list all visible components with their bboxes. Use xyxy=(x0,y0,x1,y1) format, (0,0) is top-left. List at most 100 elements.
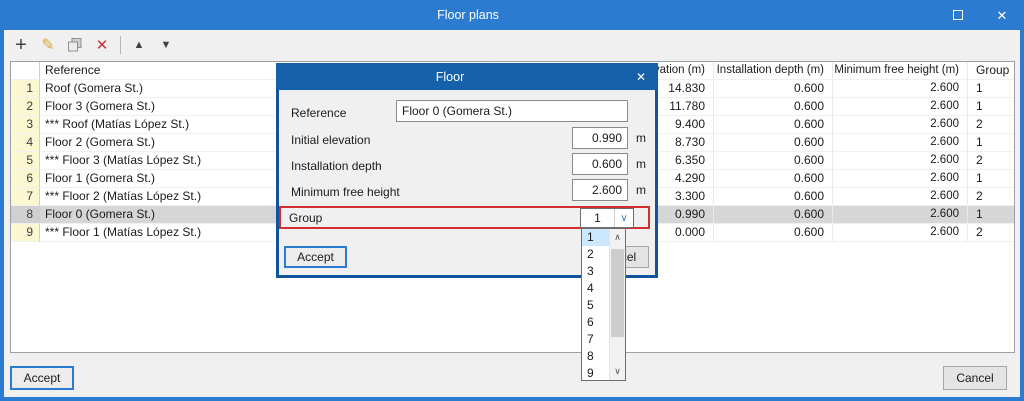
header-group: Group xyxy=(968,62,1014,80)
table-cell: 2 xyxy=(968,152,1014,170)
close-button[interactable]: ✕ xyxy=(980,0,1024,30)
table-cell: 0.600 xyxy=(714,98,833,116)
table-cell: 2.600 xyxy=(833,116,968,134)
table-cell: 2 xyxy=(11,98,40,116)
window-border-bottom xyxy=(0,397,1024,401)
delete-button[interactable]: ✕ xyxy=(93,35,111,55)
window-titlebar: Floor plans ✕ xyxy=(0,0,1024,30)
table-cell: 5 xyxy=(11,152,40,170)
scroll-up-icon[interactable]: ∧ xyxy=(610,230,625,245)
group-option[interactable]: 7 xyxy=(582,331,609,348)
toolbar: + ✎ ✕ ▲ ▼ xyxy=(12,32,175,58)
group-combobox-value: 1 xyxy=(581,209,614,227)
pencil-icon: ✎ xyxy=(41,35,54,55)
table-cell: 0.600 xyxy=(714,116,833,134)
group-option[interactable]: 9 xyxy=(582,365,609,382)
move-up-button[interactable]: ▲ xyxy=(130,35,148,55)
table-cell: 6 xyxy=(11,170,40,188)
initial-elevation-unit: m xyxy=(636,127,646,149)
group-dropdown-options: 123456789 xyxy=(582,229,609,380)
minimum-free-height-input[interactable]: 2.600 xyxy=(572,179,628,201)
maximize-button[interactable] xyxy=(936,0,980,30)
installation-depth-label: Installation depth xyxy=(291,159,382,174)
chevron-down-icon[interactable]: ∨ xyxy=(614,209,633,227)
dropdown-scrollbar[interactable]: ∧ ∨ xyxy=(609,229,625,380)
table-cell: 2 xyxy=(968,224,1014,242)
table-cell: 0.600 xyxy=(714,224,833,242)
group-option[interactable]: 5 xyxy=(582,297,609,314)
group-dropdown-list: 123456789 ∧ ∨ xyxy=(581,228,626,381)
window-border-left xyxy=(0,30,4,401)
group-combobox[interactable]: 1 ∨ xyxy=(580,208,634,228)
table-cell: 1 xyxy=(968,134,1014,152)
maximize-icon xyxy=(953,10,963,20)
table-cell: 1 xyxy=(968,80,1014,98)
reference-label: Reference xyxy=(291,106,346,121)
group-option[interactable]: 1 xyxy=(582,229,609,246)
minimum-free-height-label: Minimum free height xyxy=(291,185,400,200)
installation-depth-input[interactable]: 0.600 xyxy=(572,153,628,175)
move-down-button[interactable]: ▼ xyxy=(157,35,175,55)
table-cell: 8 xyxy=(11,206,40,224)
table-cell: 2.600 xyxy=(833,188,968,206)
dialog-accept-button[interactable]: Accept xyxy=(284,246,347,268)
close-icon: ✕ xyxy=(997,9,1008,22)
table-cell: 0.600 xyxy=(714,206,833,224)
reference-input[interactable]: Floor 0 (Gomera St.) xyxy=(396,100,628,122)
table-cell: 1 xyxy=(968,98,1014,116)
scrollbar-thumb[interactable] xyxy=(611,249,624,337)
table-cell: 3 xyxy=(11,116,40,134)
table-cell: 0.600 xyxy=(714,188,833,206)
group-option[interactable]: 6 xyxy=(582,314,609,331)
table-cell: 0.600 xyxy=(714,170,833,188)
table-cell: 4 xyxy=(11,134,40,152)
copy-icon xyxy=(67,37,83,53)
header-minimum-free-height: Minimum free height (m) xyxy=(833,62,968,80)
installation-depth-unit: m xyxy=(636,153,646,175)
table-cell: 2 xyxy=(968,116,1014,134)
add-button[interactable]: + xyxy=(12,35,30,55)
close-icon: ✕ xyxy=(636,70,646,84)
delete-x-icon: ✕ xyxy=(96,36,109,54)
table-cell: 0.600 xyxy=(714,80,833,98)
toolbar-separator xyxy=(120,36,121,54)
initial-elevation-input[interactable]: 0.990 xyxy=(572,127,628,149)
triangle-up-icon: ▲ xyxy=(134,39,145,51)
table-cell: 0.600 xyxy=(714,152,833,170)
header-installation-depth: Installation depth (m) xyxy=(714,62,833,80)
header-row-number xyxy=(11,62,40,80)
window-title: Floor plans xyxy=(0,8,936,22)
minimum-free-height-unit: m xyxy=(636,179,646,201)
edit-button[interactable]: ✎ xyxy=(39,35,57,55)
group-option[interactable]: 3 xyxy=(582,263,609,280)
table-cell: 2.600 xyxy=(833,170,968,188)
scroll-down-icon[interactable]: ∨ xyxy=(610,364,625,379)
table-cell: 0.600 xyxy=(714,134,833,152)
window-border-right xyxy=(1020,30,1024,401)
accept-button[interactable]: Accept xyxy=(10,366,74,390)
table-cell: 2.600 xyxy=(833,206,968,224)
triangle-down-icon: ▼ xyxy=(161,39,172,51)
floor-dialog-close-button[interactable]: ✕ xyxy=(624,63,658,90)
table-cell: 2.600 xyxy=(833,134,968,152)
floor-plans-window: Floor plans ✕ + ✎ ✕ ▲ ▼ Reference Initia… xyxy=(0,0,1024,401)
floor-dialog-title: Floor xyxy=(276,70,624,84)
table-cell: 2.600 xyxy=(833,224,968,242)
table-cell: 1 xyxy=(11,80,40,98)
table-cell: 2.600 xyxy=(833,152,968,170)
window-controls: ✕ xyxy=(936,0,1024,30)
cancel-button[interactable]: Cancel xyxy=(943,366,1007,390)
group-option[interactable]: 2 xyxy=(582,246,609,263)
table-cell: 7 xyxy=(11,188,40,206)
table-cell: 9 xyxy=(11,224,40,242)
table-cell: 1 xyxy=(968,206,1014,224)
group-option[interactable]: 4 xyxy=(582,280,609,297)
plus-icon: + xyxy=(15,34,27,57)
table-cell: 2.600 xyxy=(833,80,968,98)
copy-button[interactable] xyxy=(66,35,84,55)
group-option[interactable]: 8 xyxy=(582,348,609,365)
table-cell: 2 xyxy=(968,188,1014,206)
floor-dialog-titlebar: Floor ✕ xyxy=(276,63,658,90)
table-cell: 1 xyxy=(968,170,1014,188)
initial-elevation-label: Initial elevation xyxy=(291,133,370,148)
